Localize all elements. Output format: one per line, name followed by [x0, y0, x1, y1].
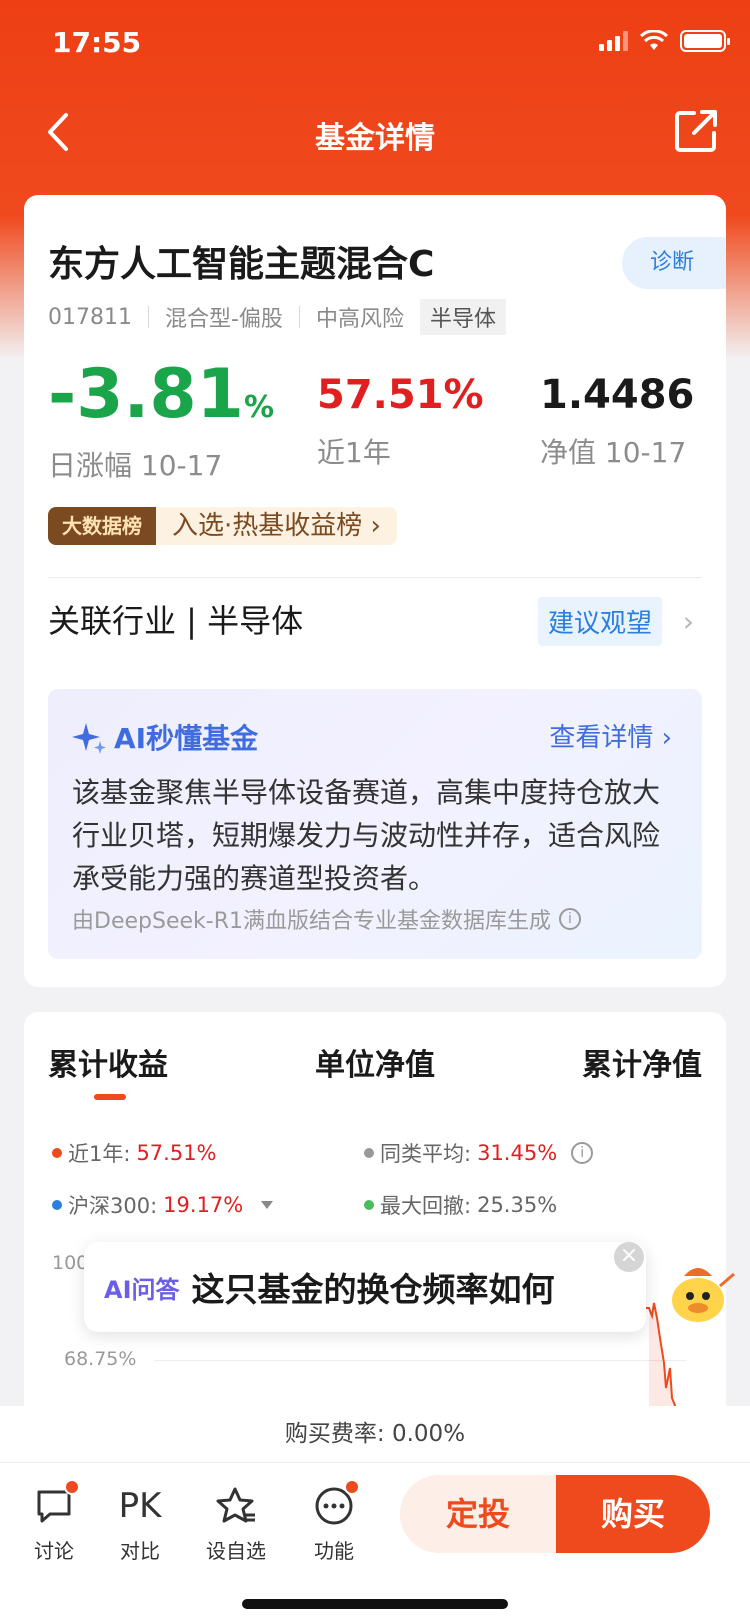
daily-change-unit: % [244, 390, 275, 425]
info-icon[interactable]: i [558, 908, 581, 930]
star-icon [216, 1487, 255, 1523]
tag-divider [298, 306, 300, 328]
legend-dot [364, 1148, 374, 1158]
chart-tabs: 累计收益 单位净值 累计净值 [48, 1040, 702, 1084]
year-return-metric: 57.51% 近1年 [317, 355, 484, 471]
ai-summary-title: AI秒懂基金 [72, 717, 258, 757]
compare-label: 对比 [120, 1539, 160, 1563]
ai-summary-body: 该基金聚焦半导体设备赛道，高集中度持仓放大行业贝塔，短期爆发力与波动性并存，适合… [72, 776, 661, 895]
fund-type: 混合型-偏股 [164, 307, 283, 332]
tab-cumulative-nav[interactable]: 累计净值 [582, 1040, 702, 1084]
y-axis-tick-label: 100 [52, 1252, 89, 1274]
sip-button[interactable]: 定投 [400, 1475, 556, 1553]
legend-value: 57.51% [136, 1141, 217, 1165]
watchlist-label: 设自选 [206, 1539, 266, 1563]
daily-change-value: -3.81 [48, 355, 244, 434]
ai-footnote-text: 由DeepSeek-R1满血版结合专业基金数据库生成 [72, 909, 551, 934]
buy-button[interactable]: 购买 [556, 1475, 710, 1553]
nav-label: 净值 10-17 [540, 436, 687, 469]
fund-code: 017811 [48, 304, 132, 330]
daily-change-metric: -3.81% 日涨幅 10-17 [48, 355, 274, 484]
signal-icon [599, 31, 628, 51]
fund-summary-card: 东方人工智能主题混合C 诊断 017811 混合型-偏股 中高风险 半导体 -3… [24, 195, 726, 987]
nav-metric: 1.4486 净值 10-17 [540, 355, 694, 471]
legend-value: 19.17% [163, 1193, 244, 1217]
tag-divider [147, 306, 149, 328]
ai-ask-question: 这只基金的换仓频率如何 [191, 1270, 555, 1309]
status-icons [599, 30, 730, 52]
duck-mascot-icon[interactable] [664, 1256, 740, 1332]
legend-label: 最大回撤: [380, 1194, 472, 1218]
ai-view-details-link[interactable]: 查看详情 › [549, 717, 672, 754]
tab-unit-nav[interactable]: 单位净值 [315, 1040, 435, 1084]
diagnose-button[interactable]: 诊断 [622, 237, 726, 289]
divider [48, 577, 702, 578]
pk-icon: PK [118, 1486, 162, 1526]
info-icon[interactable]: i [571, 1142, 594, 1164]
performance-chart-card: 累计收益 单位净值 累计净值 近1年: 57.51% 同类平均: 31.45% … [24, 1012, 726, 1432]
legend-label: 沪深300: [68, 1194, 158, 1218]
legend-max-drawdown: 最大回撤: 25.35% [364, 1190, 557, 1220]
discuss-label: 讨论 [34, 1539, 74, 1563]
year-return-label: 近1年 [317, 436, 391, 469]
legend-value: 25.35% [477, 1193, 558, 1217]
theme-tag[interactable]: 半导体 [419, 299, 506, 335]
nav-bar: 基金详情 [0, 95, 750, 171]
ranking-text: 入选·热基收益榜 › [156, 507, 397, 545]
nav-value: 1.4486 [540, 372, 695, 418]
ai-footnote: 由DeepSeek-R1满血版结合专业基金数据库生成 i [72, 903, 581, 935]
share-icon[interactable] [672, 107, 720, 155]
legend-year: 近1年: 57.51% [52, 1138, 217, 1168]
sparkle-icon [72, 723, 106, 754]
functions-label: 功能 [314, 1539, 354, 1563]
legend-dot [364, 1200, 374, 1210]
y-axis-tick-label: 68.75% [64, 1348, 137, 1370]
year-return-value: 57.51% [317, 372, 484, 418]
chevron-right-icon[interactable]: › [683, 605, 694, 638]
page-title: 基金详情 [315, 121, 435, 156]
legend-hs300[interactable]: 沪深300: 19.17% [52, 1190, 274, 1220]
status-bar: 17:55 [0, 0, 750, 90]
advice-badge[interactable]: 建议观望 [537, 597, 662, 646]
tab-cumulative-return[interactable]: 累计收益 [48, 1040, 168, 1084]
daily-change-label: 日涨幅 10-17 [48, 449, 223, 482]
ai-summary-box: AI秒懂基金 查看详情 › 该基金聚焦半导体设备赛道，高集中度持仓放大行业贝塔，… [48, 689, 702, 959]
status-time: 17:55 [52, 26, 142, 59]
ai-ask-tag: AI问答 [104, 1275, 180, 1304]
discuss-button[interactable]: 讨论 [14, 1479, 94, 1564]
home-indicator[interactable] [242, 1599, 508, 1609]
compare-button[interactable]: PK 对比 [100, 1483, 180, 1564]
fund-tags: 017811 混合型-偏股 中高风险 半导体 [48, 299, 506, 335]
legend-label: 近1年: [68, 1142, 131, 1166]
functions-button[interactable]: 功能 [294, 1479, 374, 1564]
dropdown-caret-icon[interactable] [261, 1201, 274, 1209]
active-tab-indicator [94, 1094, 126, 1100]
ranking-banner[interactable]: 大数据榜 入选·热基收益榜 › [48, 507, 397, 545]
wifi-icon [640, 30, 668, 50]
notification-dot [64, 1479, 80, 1495]
legend-dot [52, 1148, 62, 1158]
legend-dot [52, 1200, 62, 1210]
related-industry[interactable]: 关联行业 | 半导体 [48, 593, 303, 649]
ai-summary-title-text: AI秒懂基金 [114, 722, 259, 755]
fund-name: 东方人工智能主题混合C [48, 244, 435, 285]
ai-question-bubble[interactable]: AI问答 这只基金的换仓频率如何 [84, 1242, 646, 1332]
legend-value: 31.45% [477, 1141, 558, 1165]
legend-label: 同类平均: [380, 1142, 472, 1166]
big-data-badge: 大数据榜 [48, 507, 156, 545]
close-icon[interactable]: × [614, 1242, 644, 1272]
legend-peer-average: 同类平均: 31.45% i [364, 1138, 594, 1168]
watchlist-button[interactable]: 设自选 [196, 1483, 276, 1564]
notification-dot [344, 1479, 360, 1495]
fund-risk: 中高风险 [315, 307, 404, 332]
purchase-fee: 购买费率: 0.00% [0, 1406, 750, 1462]
battery-icon [680, 30, 730, 52]
